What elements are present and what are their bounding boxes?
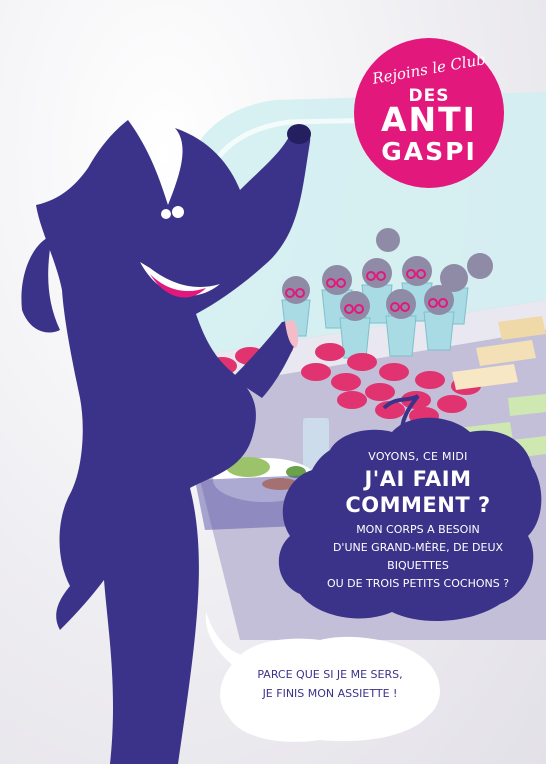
bubble-line: OU DE TROIS PETITS COCHONS ? [326,577,510,590]
bubble-line: PARCE QUE SI JE ME SERS, [257,668,403,681]
bubble-headline: J'AI FAIM COMMENT ? [345,467,491,517]
club-badge: Rejoins le Club DES ANTI GASPI [354,38,504,188]
anti-gaspi-poster: Rejoins le Club DES ANTI GASPI VOYONS, C… [0,0,546,764]
wolf-nose [287,124,311,144]
bubble-line: MON CORPS A BESOIN [356,523,480,536]
wolf-eye [161,209,171,219]
badge-anti-text: ANTI [381,100,477,139]
main-speech-bubble-text: VOYONS, CE MIDI J'AI FAIM COMMENT ? MON … [303,450,533,593]
bubble-line: VOYONS, CE MIDI [368,450,468,463]
secondary-speech-bubble-text: PARCE QUE SI JE ME SERS, JE FINIS MON AS… [222,665,438,703]
wolf-eye [172,206,184,218]
badge-gaspi-text: GASPI [381,137,477,166]
bubble-line: JE FINIS MON ASSIETTE ! [262,687,398,700]
bubble-line: D'UNE GRAND-MÈRE, DE DEUX BIQUETTES [332,541,504,572]
